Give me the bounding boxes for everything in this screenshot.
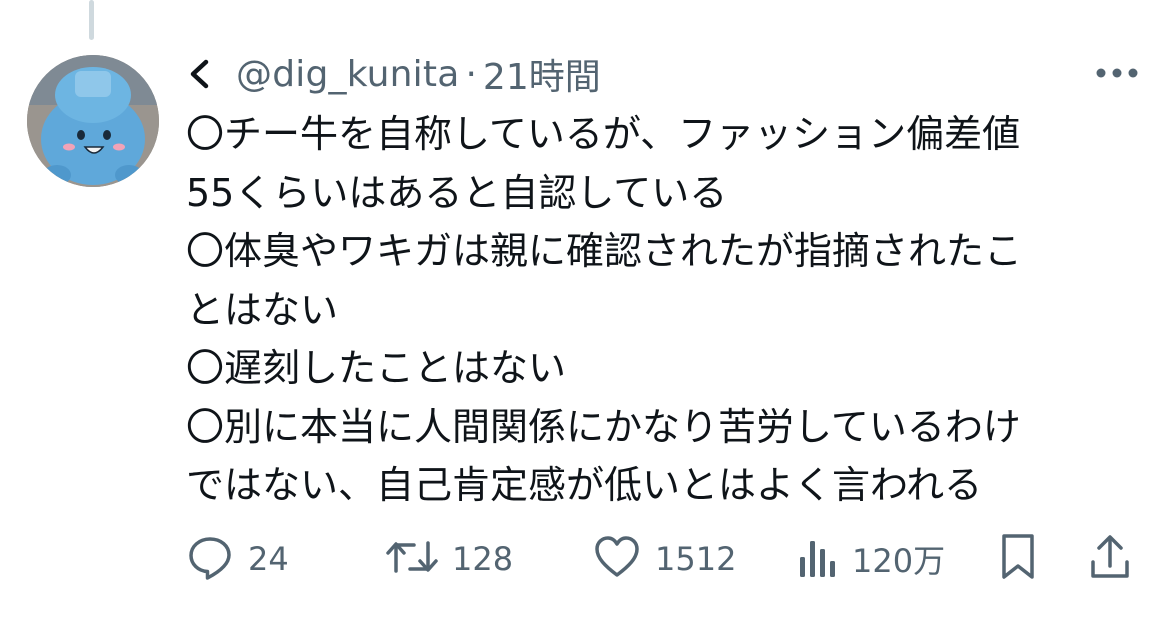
like-button[interactable]: 1512 [593, 532, 736, 586]
views-icon [796, 533, 838, 585]
tweet-line: とはない [186, 287, 339, 332]
heart-icon [593, 533, 641, 585]
reply-button[interactable]: 24 [186, 532, 289, 586]
tweet-line: 〇別に本当に人間関係にかなり苦労しているわけ [186, 404, 1021, 449]
timestamp[interactable]: 21時間 [483, 48, 601, 100]
avatar-image [27, 55, 159, 187]
share-button[interactable] [1088, 532, 1132, 586]
tweet-line: 〇チー牛を自称しているが、ファッション偏差値 [186, 112, 1021, 156]
tweet-line: 55くらいはあると自認している [186, 170, 728, 215]
action-bar: 24 128 1512 120万 [186, 532, 1146, 586]
views-count: 120万 [852, 542, 946, 580]
avatar[interactable] [27, 55, 159, 187]
views-button[interactable]: 120万 [796, 532, 945, 586]
tweet-header: @dig_kunita · 21時間 [186, 50, 601, 98]
tweet-body: 〇チー牛を自称しているが、ファッション偏差値 55くらいはあると自認している 〇… [186, 105, 1126, 515]
retweet-icon [386, 533, 438, 585]
more-horizontal-icon[interactable] [1092, 58, 1142, 88]
reply-count: 24 [248, 540, 289, 578]
retweet-count: 128 [452, 540, 514, 578]
retweet-button[interactable]: 128 [386, 532, 513, 586]
tweet-line: ではない、自己肯定感が低いとはよく言われる [186, 463, 983, 507]
user-handle[interactable]: @dig_kunita [236, 54, 459, 95]
bookmark-button[interactable] [998, 532, 1038, 586]
like-count: 1512 [655, 540, 737, 578]
tweet-line: 〇体臭やワキガは親に確認されたが指摘されたこ [186, 229, 1023, 273]
thread-connector-line [89, 0, 94, 40]
tweet-line: 〇遅刻したことはない [186, 346, 567, 390]
chevron-left-icon[interactable] [186, 50, 222, 98]
share-icon [1088, 532, 1132, 586]
separator-dot: · [465, 53, 477, 95]
bookmark-icon [998, 532, 1038, 586]
reply-icon [186, 533, 234, 585]
